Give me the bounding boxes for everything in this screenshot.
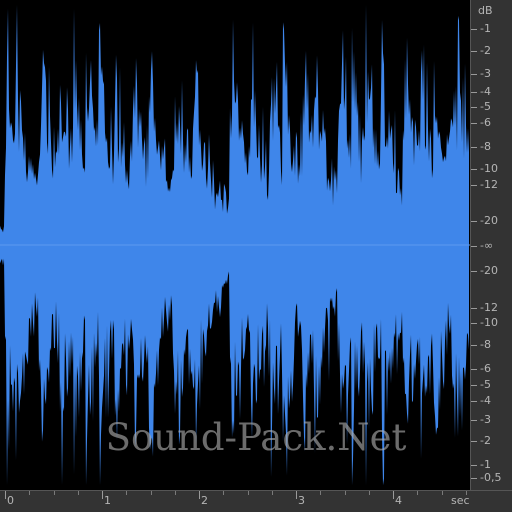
db-scale-label: -3 bbox=[480, 67, 491, 80]
db-scale-label: -1 bbox=[480, 22, 491, 35]
db-scale-label: -3 bbox=[480, 413, 491, 426]
db-tick bbox=[471, 51, 477, 52]
time-minor-tick bbox=[78, 491, 79, 495]
db-tick bbox=[471, 246, 477, 247]
time-label: 0 bbox=[7, 494, 14, 507]
db-tick bbox=[471, 271, 477, 272]
db-scale-label: -10 bbox=[480, 162, 498, 175]
db-scale-label: -8 bbox=[480, 338, 491, 351]
db-scale-label: -6 bbox=[480, 362, 491, 375]
db-tick bbox=[471, 169, 477, 170]
time-minor-tick bbox=[175, 491, 176, 495]
time-major-tick bbox=[5, 491, 6, 499]
db-scale-label: -2 bbox=[480, 434, 491, 447]
db-tick bbox=[471, 221, 477, 222]
db-tick bbox=[471, 123, 477, 124]
waveform-panel[interactable] bbox=[0, 0, 470, 490]
db-tick bbox=[471, 401, 477, 402]
time-major-tick bbox=[199, 491, 200, 499]
db-ruler: dB -1 -2 -3 -4 -5 -6 -8 -10 -12 -20 -∞ -20 -12 -10 -8 -… bbox=[470, 0, 512, 490]
time-minor-tick bbox=[417, 491, 418, 495]
time-minor-tick bbox=[54, 491, 55, 495]
time-minor-tick bbox=[151, 491, 152, 495]
time-minor-tick bbox=[345, 491, 346, 495]
db-tick bbox=[471, 420, 477, 421]
time-minor-tick bbox=[320, 491, 321, 495]
time-label: 2 bbox=[201, 494, 208, 507]
db-scale-label: -2 bbox=[480, 44, 491, 57]
time-label: 1 bbox=[104, 494, 111, 507]
time-unit-label: sec bbox=[451, 494, 470, 507]
db-scale-label: -5 bbox=[480, 378, 491, 391]
db-scale-label: -8 bbox=[480, 140, 491, 153]
db-tick bbox=[471, 385, 477, 386]
time-major-tick bbox=[296, 491, 297, 499]
db-tick bbox=[471, 369, 477, 370]
time-minor-tick bbox=[223, 491, 224, 495]
waveform-display[interactable] bbox=[0, 0, 470, 490]
db-scale-label: -20 bbox=[480, 264, 498, 277]
db-scale-label: -10 bbox=[480, 316, 498, 329]
db-tick bbox=[471, 308, 477, 309]
time-major-tick bbox=[393, 491, 394, 499]
time-label: 4 bbox=[395, 494, 402, 507]
db-scale-label: -6 bbox=[480, 116, 491, 129]
db-tick bbox=[471, 147, 477, 148]
db-scale-label: -1 bbox=[480, 458, 491, 471]
db-scale-label: -5 bbox=[480, 100, 491, 113]
db-tick bbox=[471, 107, 477, 108]
db-tick bbox=[471, 74, 477, 75]
time-label: 3 bbox=[298, 494, 305, 507]
db-unit-label: dB bbox=[478, 4, 493, 17]
db-tick bbox=[471, 478, 477, 479]
time-major-tick bbox=[102, 491, 103, 499]
db-tick bbox=[471, 92, 477, 93]
db-tick bbox=[471, 29, 477, 30]
db-scale-label: -0,5 bbox=[480, 471, 502, 484]
time-minor-tick bbox=[369, 491, 370, 495]
db-scale-label: -12 bbox=[480, 301, 498, 314]
db-scale-label: -4 bbox=[480, 394, 491, 407]
db-tick bbox=[471, 465, 477, 466]
db-tick bbox=[471, 323, 477, 324]
db-tick bbox=[471, 441, 477, 442]
time-ruler[interactable]: 0 1 2 3 4 sec bbox=[0, 490, 512, 512]
audio-editor: dB -1 -2 -3 -4 -5 -6 -8 -10 -12 -20 -∞ -20 -12 -10 -8-… bbox=[0, 0, 512, 512]
db-scale-label: -∞ bbox=[480, 239, 494, 252]
db-tick bbox=[471, 345, 477, 346]
time-minor-tick bbox=[126, 491, 127, 495]
time-minor-tick bbox=[442, 491, 443, 495]
db-tick bbox=[471, 185, 477, 186]
time-minor-tick bbox=[272, 491, 273, 495]
db-scale-label: -12 bbox=[480, 178, 498, 191]
time-minor-tick bbox=[29, 491, 30, 495]
db-scale-label: -20 bbox=[480, 214, 498, 227]
db-scale-label: -4 bbox=[480, 85, 491, 98]
time-minor-tick bbox=[248, 491, 249, 495]
